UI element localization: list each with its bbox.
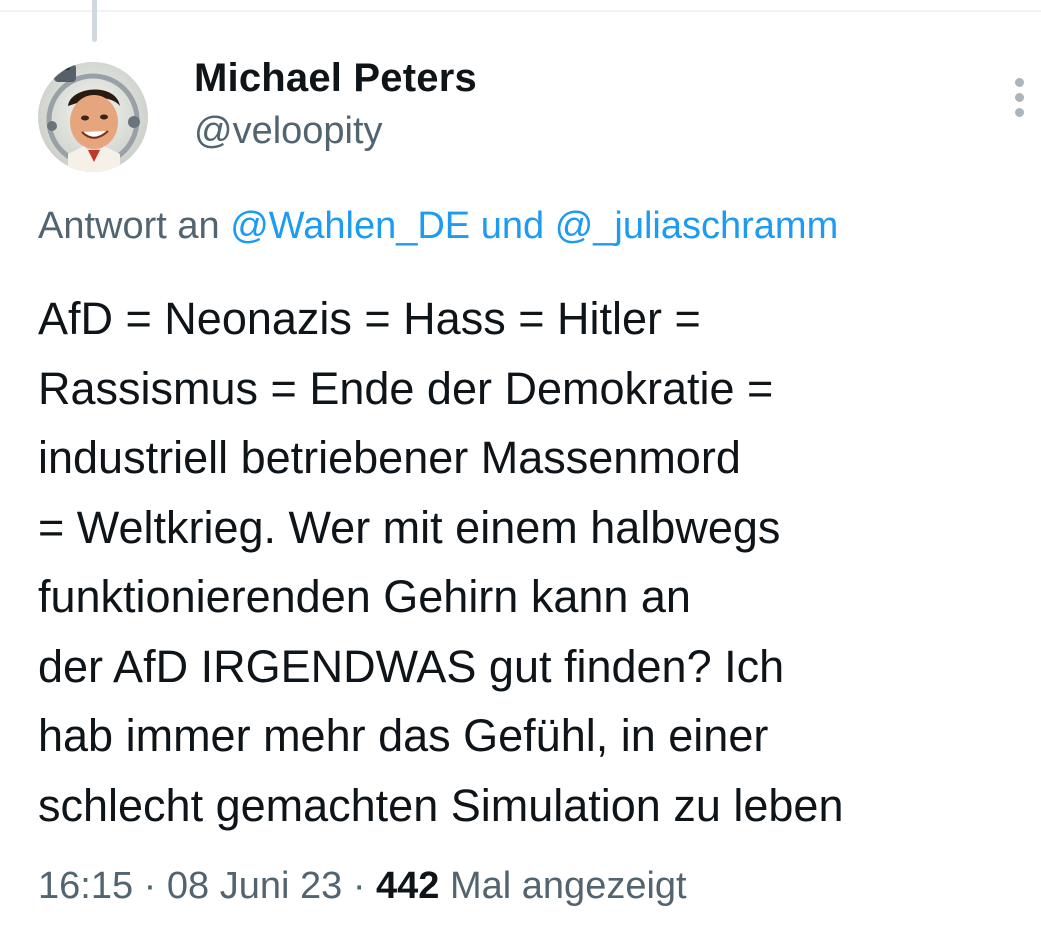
mention-link-wahlen-de[interactable]: @Wahlen_DE	[230, 205, 470, 247]
meta-separator: ·	[143, 865, 157, 907]
tweet-text-line: = Weltkrieg. Wer mit einem halbwegs	[38, 501, 781, 553]
top-divider	[0, 10, 1041, 12]
reply-prefix: Antwort an	[38, 205, 220, 247]
views-label[interactable]: Mal angezeigt	[450, 865, 687, 907]
thread-connector-line	[92, 0, 97, 42]
tweet-text-line: hab immer mehr das Gefühl, in einer	[38, 710, 769, 761]
tweet-text-line: Rassismus = Ende der Demokratie =	[38, 362, 774, 414]
tweet-text-line: industriell betriebener Massenmord	[38, 432, 741, 483]
reply-context: Antwort an @Wahlen_DE und @_juliaschramm	[38, 200, 838, 252]
mention-link-juliaschramm[interactable]: @_juliaschramm	[555, 205, 839, 247]
avatar[interactable]	[38, 62, 148, 172]
tweet-text-line: AfD = Neonazis = Hass = Hitler =	[38, 293, 701, 344]
views-count[interactable]: 442	[376, 865, 439, 907]
author-name[interactable]: Michael Peters	[194, 52, 477, 104]
tweet-text-line: der AfD IRGENDWAS gut finden? Ich	[38, 640, 785, 692]
tweet-text-line: schlecht gemachten Simulation zu leben	[38, 779, 844, 831]
tweet-date[interactable]: 08 Juni 23	[167, 865, 342, 907]
meta-separator: ·	[352, 865, 366, 907]
tweet-text: AfD = Neonazis = Hass = Hitler = Rassism…	[38, 284, 1041, 840]
reply-conjunction[interactable]: und	[481, 205, 544, 247]
tweet-time[interactable]: 16:15	[38, 865, 133, 907]
tweet-text-line: funktionierenden Gehirn kann an	[38, 571, 691, 622]
avatar-illustration	[38, 62, 148, 172]
tweet-metadata: 16:15 · 08 Juni 23 · 442 Mal angezeigt	[38, 860, 687, 912]
more-options-button[interactable]	[1002, 74, 1038, 122]
author-handle[interactable]: @veloopity	[194, 106, 383, 156]
